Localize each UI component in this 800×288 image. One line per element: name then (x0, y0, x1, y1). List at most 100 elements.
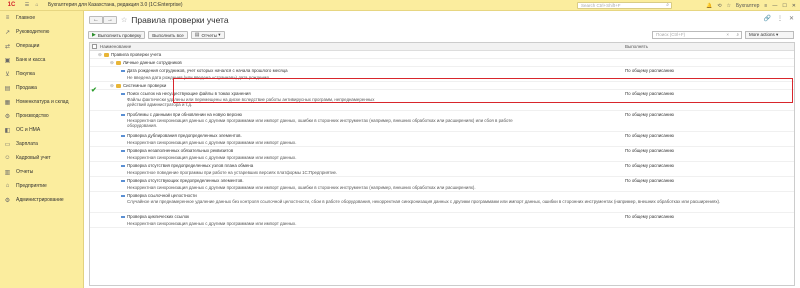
table-row[interactable]: Проверка ссылочной целостности Случайное… (90, 192, 794, 213)
table-row[interactable]: Проверка отсутствующих предопределенных … (90, 177, 794, 192)
sidebar-item-manager[interactable]: ↗ Руководителю (0, 25, 83, 39)
sidebar-item-bank[interactable]: ▣ Банк и касса (0, 53, 83, 67)
minimize-icon[interactable]: — (772, 3, 777, 9)
sidebar-item-reports[interactable]: ▥ Отчеты (0, 165, 83, 179)
bank-icon: ▣ (4, 57, 11, 64)
row-name: Проверка дублирования предопределенных э… (127, 133, 242, 138)
folder-icon (104, 52, 109, 57)
more-icon[interactable]: ⋮ (777, 15, 783, 22)
table-row[interactable]: Проверка отсутствия предопределенных узл… (90, 162, 794, 177)
row-description: Случайное или преднамеренное удаление да… (127, 199, 721, 204)
column-header-name[interactable]: Наименование (100, 44, 131, 49)
home-icon[interactable]: ⌂ (34, 2, 40, 8)
menu-icon[interactable]: ☰ (24, 2, 30, 8)
table-row[interactable]: ⊖ Личные данные сотрудников (90, 59, 794, 67)
toolbar: ▶ Выполнить проверку Выполнить все ▤ Отчет… (85, 30, 800, 40)
select-all-checkbox[interactable] (92, 44, 97, 49)
row-name: Проблемы с данными при обновлении на нов… (127, 112, 242, 117)
sidebar-item-salary[interactable]: ▭ Зарплата (0, 137, 83, 151)
sidebar-item-label: Отчеты (16, 169, 34, 175)
sidebar-item-label: Главное (16, 15, 36, 21)
chart-icon: ↗ (4, 29, 11, 36)
row-description: Некорректная синхронизация данных с друг… (127, 221, 297, 226)
rule-icon (121, 216, 125, 218)
rule-icon (121, 180, 125, 182)
back-button[interactable]: ← (89, 15, 103, 24)
sidebar-item-label: Операции (16, 43, 40, 49)
row-name: Личные данные сотрудников (123, 60, 182, 65)
row-description: Некорректная синхронизация данных с друг… (127, 118, 513, 128)
row-schedule: По общему расписанию (625, 133, 674, 138)
history-icon[interactable]: ⟲ (717, 3, 721, 9)
star-icon[interactable]: ☆ (727, 3, 731, 9)
sidebar-item-main[interactable]: ≡ Главное (0, 11, 83, 25)
sidebar-item-personnel[interactable]: ☺ Кадровый учет (0, 151, 83, 165)
page-header: ← → ☆ Правила проверки учета 🔗 ⋮ ✕ (85, 11, 800, 28)
favorite-star-icon[interactable]: ☆ (121, 16, 127, 24)
assets-icon: ◧ (4, 127, 11, 134)
close-icon[interactable]: ✕ (792, 3, 796, 9)
bell-icon[interactable]: 🔔 (706, 3, 712, 9)
maximize-icon[interactable]: ☐ (782, 3, 786, 9)
play-icon: ▶ (92, 32, 96, 38)
page-title: Правила проверки учета (131, 14, 229, 25)
search-icon[interactable]: ⌕ (666, 3, 669, 8)
sidebar-item-label: Номенклатура и склад (16, 99, 69, 105)
collapse-toggle-icon[interactable]: ⊖ (98, 52, 102, 58)
sale-icon: ▤ (4, 85, 11, 92)
rule-icon (121, 165, 125, 167)
reports-button[interactable]: ▤ Отчеты ▾ (190, 31, 225, 39)
run-check-button[interactable]: ▶ Выполнить проверку (88, 31, 146, 39)
clear-icon[interactable]: × (726, 32, 729, 38)
collapse-toggle-icon[interactable]: ⊖ (110, 60, 114, 66)
sidebar-item-warehouse[interactable]: ▦ Номенклатура и склад (0, 95, 83, 109)
global-search-input[interactable]: Search Ctrl+Shift+F ⌕ (577, 2, 672, 9)
rule-icon (121, 150, 125, 152)
production-icon: ⚙ (4, 113, 11, 120)
app-title: Бухгалтерия для Казахстана, редакция 3.0… (48, 2, 183, 8)
more-actions-button[interactable]: More actions ▾ (745, 31, 794, 39)
table-row[interactable]: Проверка дублирования предопределенных э… (90, 132, 794, 147)
sidebar-item-purchase[interactable]: ⊻ Покупка (0, 67, 83, 81)
run-check-label: Выполнить проверку (97, 32, 142, 38)
sidebar-item-admin[interactable]: ⚙ Администрирование (0, 193, 83, 207)
link-icon[interactable]: 🔗 (763, 15, 770, 22)
titlebar-controls: 🔔 ⟲ ☆ Бухгалтер ≡ — ☐ ✕ (706, 0, 800, 11)
reports-label: Отчеты (201, 32, 218, 38)
collapse-toggle-icon[interactable]: ⊖ (110, 83, 114, 89)
sidebar-item-operations[interactable]: ⇄ Операции (0, 39, 83, 53)
run-all-button[interactable]: Выполнить все (148, 31, 188, 39)
settings-icon[interactable]: ≡ (764, 3, 767, 9)
rule-icon (121, 70, 125, 72)
user-name[interactable]: Бухгалтер (736, 3, 759, 9)
header-controls: 🔗 ⋮ ✕ (763, 15, 794, 22)
search-placeholder: Search Ctrl+Shift+F (581, 3, 621, 8)
sidebar-item-assets[interactable]: ◧ ОС и НМА (0, 123, 83, 137)
sidebar-item-production[interactable]: ⚙ Производство (0, 109, 83, 123)
search-placeholder: Поиск (Ctrl+F) (656, 32, 686, 37)
chevron-down-icon: ▾ (218, 32, 221, 37)
table-row[interactable]: ⊖ Правила проверки учета (90, 51, 794, 59)
row-name: Проверка незаполненных обязательных рекв… (127, 148, 234, 153)
table-search-input[interactable]: Поиск (Ctrl+F) × ⌕ (652, 31, 742, 39)
row-name-cell: Личные данные сотрудников (116, 60, 182, 65)
rule-icon (121, 114, 125, 116)
rule-icon (121, 93, 125, 95)
table-row[interactable]: Проверка незаполненных обязательных рекв… (90, 147, 794, 162)
company-icon: ⌂ (5, 183, 10, 189)
search-icon[interactable]: ⌕ (736, 32, 739, 38)
sidebar-item-company[interactable]: ⌂ Предприятие (0, 179, 83, 193)
forward-button[interactable]: → (103, 15, 117, 24)
operations-icon: ⇄ (4, 43, 11, 50)
row-schedule: По общему расписанию (625, 214, 674, 219)
table-row[interactable]: Проблемы с данными при обновлении на нов… (90, 111, 794, 132)
sidebar-item-label: Продажа (16, 85, 37, 91)
folder-icon (116, 83, 121, 88)
column-header-schedule[interactable]: Выполнять (625, 44, 648, 49)
gear-icon: ⚙ (4, 197, 11, 204)
table-row[interactable]: Проверка циклических ссылок Некорректная… (90, 213, 794, 228)
row-name: Системные проверки (123, 83, 167, 88)
sidebar-item-sale[interactable]: ▤ Продажа (0, 81, 83, 95)
chevron-down-icon: ▾ (776, 32, 779, 37)
close-icon[interactable]: ✕ (789, 15, 794, 22)
